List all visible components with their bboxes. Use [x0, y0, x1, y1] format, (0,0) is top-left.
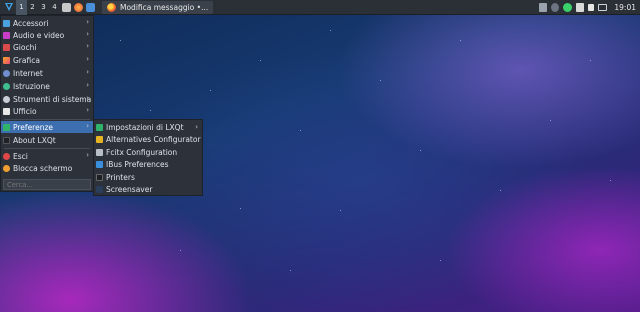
about-icon [3, 136, 10, 144]
desktop-switch-4[interactable]: 4 [49, 0, 60, 15]
lock-screen-icon [3, 164, 10, 172]
system-tray: 19:01 [539, 0, 640, 15]
chevron-right-icon: › [86, 42, 89, 50]
submenu-item-alternatives-configurator[interactable]: Alternatives Configurator [94, 134, 202, 147]
internet-icon [3, 69, 10, 77]
submenu-item-ibus-preferences[interactable]: IBus Preferences [94, 159, 202, 172]
star [300, 130, 301, 131]
quicklaunch-firefox[interactable] [72, 0, 84, 15]
preferences-submenu: Impostazioni di LXQt › Alternatives Conf… [93, 119, 203, 196]
star [590, 60, 591, 61]
star [330, 30, 331, 31]
menu-item-grafica[interactable]: Grafica › [1, 54, 93, 66]
taskbar-window-button[interactable]: Modifica messaggio •... [102, 0, 214, 14]
taskbar: 1 2 3 4 Modifica messaggio •... 19:01 [0, 0, 640, 15]
battery-icon[interactable] [588, 3, 595, 11]
main-menu-button[interactable] [2, 0, 16, 15]
submenu-item-impostazioni-lxqt[interactable]: Impostazioni di LXQt › [94, 121, 202, 134]
star [380, 80, 381, 81]
menu-item-preferenze[interactable]: Preferenze › [1, 121, 93, 133]
keyboard-icon [96, 148, 103, 156]
star [550, 120, 551, 121]
accessories-icon [3, 19, 10, 27]
firefox-icon [73, 2, 83, 12]
lxqt-logo-icon [5, 3, 13, 11]
task-title: Modifica messaggio •... [120, 2, 209, 12]
star [240, 208, 241, 209]
menu-item-istruzione[interactable]: Istruzione › [1, 80, 93, 92]
star [440, 260, 441, 261]
clipboard-icon[interactable] [539, 2, 548, 12]
chevron-right-icon: › [86, 68, 89, 76]
quicklaunch-files[interactable] [60, 0, 72, 15]
firefox-icon [107, 2, 116, 12]
star [290, 270, 291, 271]
menu-item-strumenti-di-sistema[interactable]: Strumenti di sistema › [1, 93, 93, 105]
menu-item-internet[interactable]: Internet › [1, 67, 93, 79]
chevron-right-icon: › [86, 122, 89, 130]
chevron-right-icon: › [86, 30, 89, 38]
menu-item-audio-video[interactable]: Audio e video › [1, 29, 93, 41]
leave-icon [3, 152, 10, 160]
star [460, 40, 461, 41]
submenu-item-screensaver[interactable]: Screensaver [94, 184, 202, 197]
star [210, 90, 211, 91]
office-icon [3, 107, 10, 115]
menu-search-input[interactable] [3, 179, 91, 190]
multimedia-icon [3, 31, 10, 39]
star [610, 180, 611, 181]
menu-item-blocca-schermo[interactable]: Blocca schermo [1, 162, 93, 174]
desktop-switch-2[interactable]: 2 [27, 0, 38, 15]
chevron-right-icon: › [86, 81, 89, 89]
clock[interactable]: 19:01 [614, 3, 636, 12]
menu-item-esci[interactable]: Esci › [1, 150, 93, 162]
desktop-switch-1[interactable]: 1 [16, 0, 27, 15]
star [120, 40, 121, 41]
star [260, 60, 261, 61]
chevron-right-icon: › [86, 55, 89, 63]
menu-item-about-lxqt[interactable]: About LXQt [1, 134, 93, 146]
graphics-icon [3, 56, 10, 64]
chevron-right-icon: › [86, 94, 89, 102]
menu-separator [4, 119, 90, 120]
star [150, 110, 151, 111]
menu-separator [4, 148, 90, 149]
star [420, 150, 421, 151]
system-tools-icon [3, 95, 10, 103]
ibus-icon [96, 161, 103, 169]
submenu-item-fcitx-configuration[interactable]: Fcitx Configuration [94, 146, 202, 159]
chevron-right-icon: › [195, 123, 198, 131]
star [500, 190, 501, 191]
chevron-right-icon: › [86, 106, 89, 114]
menu-item-accessori[interactable]: Accessori › [1, 17, 93, 29]
submenu-item-printers[interactable]: Printers [94, 171, 202, 184]
application-menu: Accessori › Audio e video › Giochi › Gra… [0, 15, 94, 192]
printer-icon [96, 173, 103, 181]
preferences-icon [3, 123, 10, 131]
lxqt-settings-icon [96, 123, 103, 131]
desktop-switch-3[interactable]: 3 [38, 0, 49, 15]
display-icon[interactable] [598, 3, 608, 11]
quicklaunch-mail[interactable] [84, 0, 96, 15]
screensaver-icon [96, 186, 103, 194]
menu-item-giochi[interactable]: Giochi › [1, 41, 93, 53]
mail-icon [85, 2, 95, 12]
star [180, 250, 181, 251]
education-icon [3, 82, 10, 90]
alternatives-icon [96, 136, 103, 144]
games-icon [3, 43, 10, 51]
update-icon[interactable] [563, 2, 573, 12]
menu-item-ufficio[interactable]: Ufficio › [1, 105, 93, 117]
star [340, 210, 341, 211]
file-manager-icon [61, 2, 71, 12]
chevron-right-icon: › [86, 151, 89, 159]
network-icon[interactable] [551, 2, 560, 12]
chevron-right-icon: › [86, 18, 89, 26]
document-icon[interactable] [576, 2, 585, 12]
